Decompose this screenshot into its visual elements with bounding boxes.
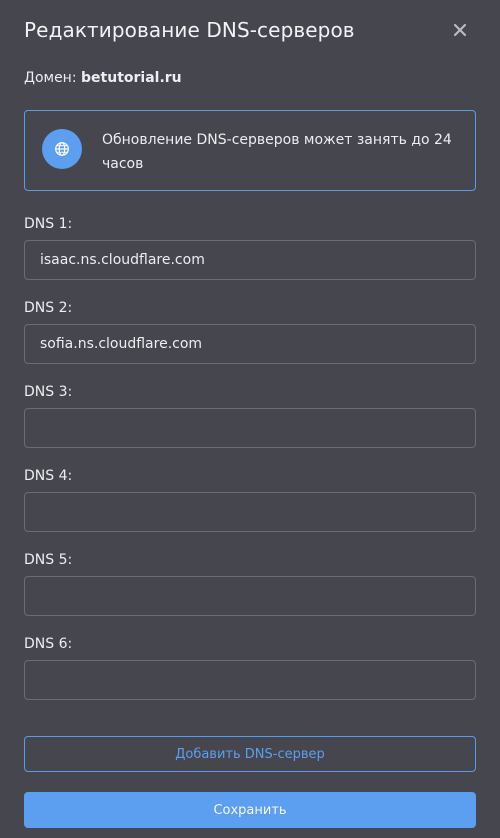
info-text: Обновление DNS-серверов может занять до … — [102, 132, 452, 172]
dns-1-input[interactable] — [24, 240, 476, 280]
domain-value: betutorial.ru — [81, 70, 182, 86]
dns-3-input[interactable] — [24, 408, 476, 448]
info-notice: Обновление DNS-серверов может занять до … — [24, 110, 476, 191]
dns-5-input[interactable] — [24, 576, 476, 616]
close-button[interactable] — [450, 20, 470, 40]
add-dns-server-button[interactable]: Добавить DNS-сервер — [24, 736, 476, 772]
domain-line: Домен: betutorial.ru — [24, 69, 182, 87]
dns-4-label: DNS 4: — [24, 468, 73, 484]
dns-3-label: DNS 3: — [24, 384, 73, 400]
modal-title: Редактирование DNS-серверов — [24, 18, 355, 42]
domain-label: Домен: — [24, 70, 77, 86]
edit-dns-modal: Редактирование DNS-серверов Домен: betut… — [0, 0, 500, 838]
dns-5-label: DNS 5: — [24, 552, 73, 568]
dns-2-input[interactable] — [24, 324, 476, 364]
save-button[interactable]: Сохранить — [24, 792, 476, 828]
dns-2-label: DNS 2: — [24, 300, 73, 316]
dns-4-input[interactable] — [24, 492, 476, 532]
dns-6-input[interactable] — [24, 660, 476, 700]
dns-6-label: DNS 6: — [24, 636, 73, 652]
close-icon — [453, 23, 467, 37]
dns-1-label: DNS 1: — [24, 216, 73, 232]
globe-icon — [42, 129, 82, 169]
